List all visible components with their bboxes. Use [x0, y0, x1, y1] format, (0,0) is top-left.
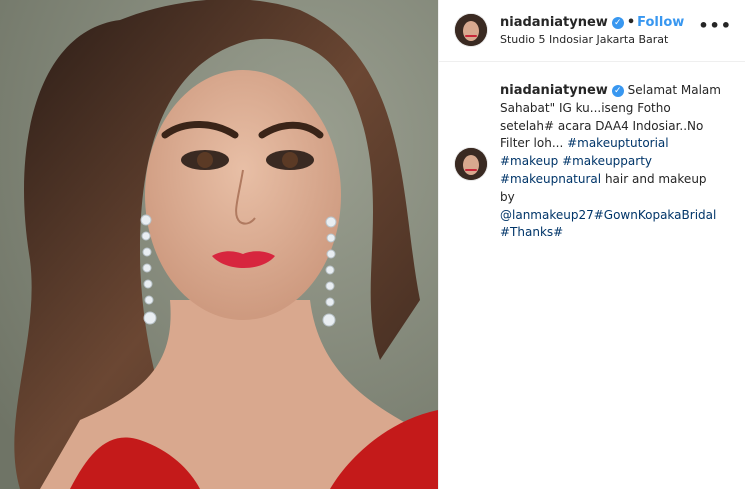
hashtag-link[interactable]: #makeup [500, 154, 558, 168]
header-username-row: niadaniatynew ✓ • Follow [500, 15, 684, 30]
hashtag-link[interactable]: #Thanks [500, 225, 553, 239]
follow-button[interactable]: Follow [637, 15, 684, 30]
separator-dot: • [626, 15, 636, 30]
portrait-image [0, 0, 438, 489]
verified-badge-icon: ✓ [611, 85, 624, 97]
hashtag-link[interactable]: #makeupparty [562, 154, 652, 168]
mention-link[interactable]: @lanmakeup27 [500, 208, 594, 222]
avatar[interactable] [455, 14, 487, 46]
verified-badge-icon: ✓ [611, 17, 624, 29]
avatar-image [455, 148, 487, 180]
instagram-post: niadaniatynew ✓ • Follow Studio 5 Indosiar … [0, 0, 745, 489]
caption-username-link[interactable]: niadaniatynew [500, 83, 608, 98]
username-link[interactable]: niadaniatynew [500, 15, 608, 30]
more-options-icon[interactable]: ••• [698, 16, 732, 35]
caption-text: niadaniatynew ✓ Selamat Malam Sahabat" IG… [500, 82, 722, 242]
avatar-image [455, 14, 487, 46]
caption-avatar[interactable] [455, 148, 487, 180]
hashtag-link[interactable]: #makeupnatural [500, 172, 601, 186]
hashtag-link[interactable]: # [553, 225, 563, 239]
hashtag-link[interactable]: #makeuptutorial [567, 136, 669, 150]
post-header: niadaniatynew ✓ • Follow Studio 5 Indosiar … [439, 0, 745, 62]
post-photo[interactable] [0, 0, 438, 489]
location-link[interactable]: Studio 5 Indosiar Jakarta Barat [500, 33, 668, 46]
post-sidebar: niadaniatynew ✓ • Follow Studio 5 Indosiar … [438, 0, 745, 489]
hashtag-link[interactable]: #GownKopakaBridal [594, 208, 717, 222]
